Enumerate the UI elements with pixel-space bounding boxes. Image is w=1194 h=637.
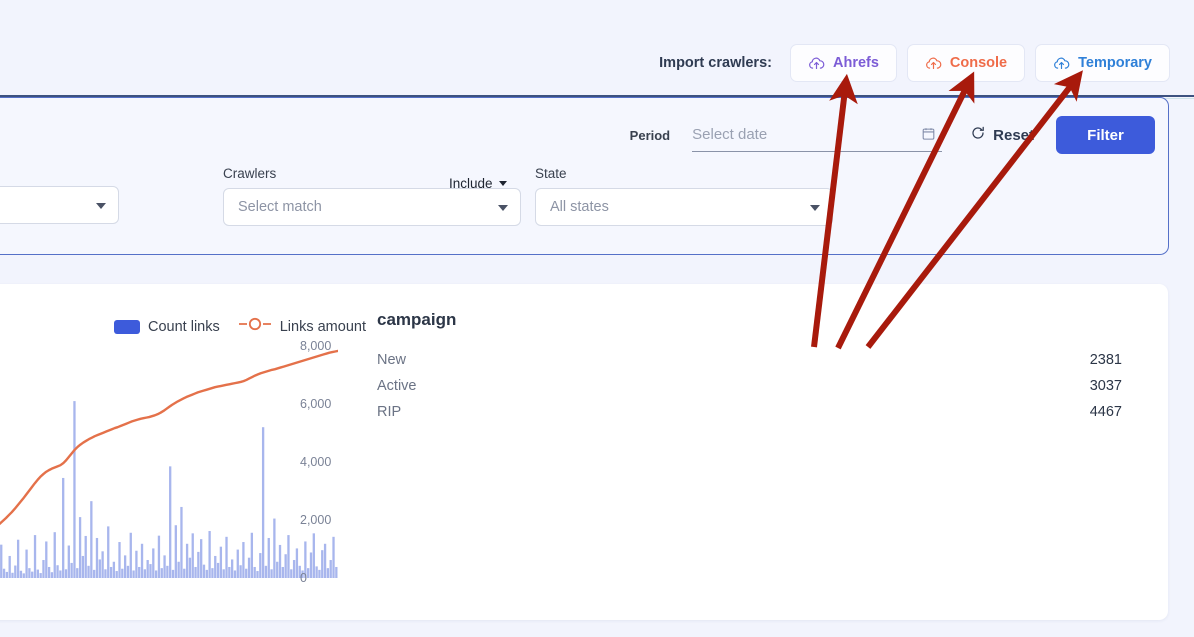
chart-y-tick: 4,000	[300, 455, 332, 469]
chart-panel: Count links Links amount 0 2,000 4,000 6,00…	[0, 284, 1168, 620]
campaign-stats: campaign New 2381 Active 3037 RIP 4467	[377, 310, 1122, 425]
legend-item-count-links[interactable]: Count links	[114, 319, 220, 335]
chevron-down-icon	[96, 203, 106, 209]
import-buttons-group: Import crawlers: Ahrefs Console Temporar…	[659, 44, 1170, 82]
campaign-stat-row: New 2381	[377, 347, 1122, 373]
calendar-icon[interactable]	[921, 126, 936, 146]
filter-panel: Period Select date Reset Filter Crawlers…	[0, 97, 1169, 255]
chart-bars	[0, 401, 338, 578]
campaign-field: paign	[0, 186, 119, 224]
chart-plot-area[interactable]	[0, 346, 338, 578]
chart-y-tick: 6,000	[300, 397, 332, 411]
cloud-upload-icon	[1053, 55, 1070, 72]
legend-label-count-links: Count links	[148, 318, 220, 335]
chevron-down-icon	[810, 205, 820, 211]
filter-button[interactable]: Filter	[1056, 116, 1155, 154]
chevron-down-icon	[498, 205, 508, 211]
reset-label: Reset	[993, 126, 1034, 144]
cloud-upload-icon	[808, 55, 825, 72]
crawlers-field: Crawlers Select match	[223, 166, 521, 226]
import-crawlers-label: Import crawlers:	[659, 55, 772, 71]
import-console-button[interactable]: Console	[906, 44, 1026, 82]
chart-y-tick: 2,000	[300, 513, 332, 527]
campaign-select[interactable]: paign	[0, 186, 119, 224]
chevron-down-icon	[498, 181, 507, 186]
campaign-stat-name: Active	[377, 378, 417, 394]
chart-y-tick: 8,000	[300, 339, 332, 353]
campaign-stat-name: New	[377, 352, 407, 368]
reset-button[interactable]: Reset	[970, 125, 1034, 145]
campaign-stat-row: Active 3037	[377, 373, 1122, 399]
period-date-placeholder: Select date	[692, 126, 768, 143]
include-toggle[interactable]: Include	[449, 176, 507, 191]
chart-y-axis: 0 2,000 4,000 6,000 8,000	[300, 339, 350, 585]
cloud-upload-icon	[925, 55, 942, 72]
state-field: State All states	[535, 166, 833, 226]
filter-fields-row: paign Crawlers Select match Include Stat…	[0, 166, 1168, 236]
state-select[interactable]: All states	[535, 188, 833, 226]
include-label: Include	[449, 176, 493, 191]
chart-y-tick: 0	[300, 571, 307, 585]
import-ahrefs-label: Ahrefs	[832, 55, 879, 71]
legend-swatch-bar	[114, 319, 140, 334]
crawlers-select[interactable]: Select match	[223, 188, 521, 226]
crawlers-select-value: Select match	[238, 199, 322, 215]
campaign-stats-title: campaign	[377, 310, 457, 329]
legend-item-links-amount[interactable]: Links amount	[238, 317, 366, 336]
refresh-icon	[970, 125, 986, 145]
import-temporary-label: Temporary	[1078, 55, 1152, 71]
legend-swatch-line	[238, 317, 272, 336]
period-date-input[interactable]: Select date	[692, 118, 943, 152]
campaign-stat-value: 4467	[1089, 404, 1122, 420]
import-crawlers-bar: Import crawlers: Ahrefs Console Temporar…	[0, 0, 1194, 96]
page-root: Import crawlers: Ahrefs Console Temporar…	[0, 0, 1194, 637]
period-row: Period Select date Reset Filter	[630, 116, 1155, 154]
import-temporary-button[interactable]: Temporary	[1035, 44, 1170, 82]
campaign-stat-value: 2381	[1089, 352, 1122, 368]
import-console-label: Console	[949, 55, 1008, 71]
chart-legend: Count links Links amount	[114, 317, 366, 336]
period-label: Period	[629, 127, 671, 143]
campaign-stats-rows: New 2381 Active 3037 RIP 4467	[377, 347, 1122, 425]
chart-line-links-amount	[0, 349, 338, 526]
campaign-stat-name: RIP	[377, 404, 402, 420]
campaign-stat-row: RIP 4467	[377, 399, 1122, 425]
state-select-value: All states	[550, 199, 609, 215]
import-ahrefs-button[interactable]: Ahrefs	[789, 44, 897, 82]
campaign-stat-value: 3037	[1089, 378, 1122, 394]
legend-label-links-amount: Links amount	[279, 318, 366, 335]
chart-canvas	[0, 349, 338, 578]
state-label: State	[535, 166, 567, 181]
